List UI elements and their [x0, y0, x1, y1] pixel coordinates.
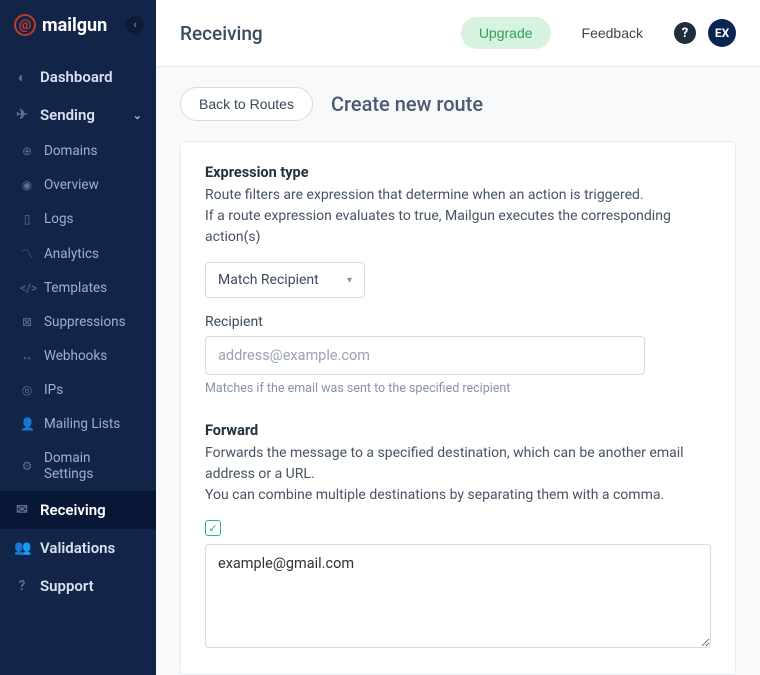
question-icon: ?: [14, 578, 30, 594]
recipient-input[interactable]: [205, 336, 645, 375]
avatar[interactable]: EX: [708, 19, 736, 47]
sidebar-item-analytics[interactable]: 〽 Analytics: [0, 236, 156, 271]
sidebar-item-label: Dashboard: [40, 68, 113, 86]
sidebar-nav: ◐ Dashboard ✈ Sending ⌄ ⊕ Domains ◉ Over…: [0, 50, 156, 605]
eye-icon: ◉: [20, 178, 34, 192]
sidebar-item-label: Support: [40, 577, 94, 595]
forward-description: Forwards the message to a specified dest…: [205, 443, 711, 506]
code-icon: </>: [20, 281, 34, 295]
envelope-icon: ✉: [14, 502, 30, 518]
sidebar-collapse-button[interactable]: ‹: [126, 16, 144, 34]
sidebar-item-support[interactable]: ? Support: [0, 567, 156, 605]
expression-type-description: Route filters are expression that determ…: [205, 185, 711, 248]
brand-logo-icon: @: [14, 14, 36, 36]
sidebar-item-label: IPs: [44, 382, 63, 398]
forward-destination-textarea[interactable]: [205, 544, 711, 648]
gauge-icon: ◐: [14, 69, 30, 86]
sidebar-item-templates[interactable]: </> Templates: [0, 271, 156, 305]
select-value: Match Recipient: [218, 272, 319, 288]
sidebar-item-label: Overview: [44, 177, 99, 193]
route-form-card: Expression type Route filters are expres…: [180, 141, 736, 675]
sidebar-item-label: Webhooks: [44, 348, 107, 364]
content-header: Back to Routes Create new route: [180, 87, 736, 121]
sidebar-item-receiving[interactable]: ✉ Receiving: [0, 491, 156, 529]
gear-icon: ⚙: [20, 459, 34, 473]
topbar: Receiving Upgrade Feedback ? EX: [156, 0, 760, 67]
sidebar-item-label: Logs: [44, 211, 74, 227]
content: Back to Routes Create new route Expressi…: [156, 67, 760, 675]
sidebar-item-suppressions[interactable]: ⊠ Suppressions: [0, 305, 156, 339]
expression-type-section: Expression type Route filters are expres…: [205, 164, 711, 396]
sidebar-item-logs[interactable]: ▯ Logs: [0, 202, 156, 236]
paper-plane-icon: ✈: [14, 107, 30, 123]
sidebar-item-overview[interactable]: ◉ Overview: [0, 168, 156, 202]
sidebar-item-domain-settings[interactable]: ⚙ Domain Settings: [0, 441, 156, 491]
sidebar-item-validations[interactable]: 👥 Validations: [0, 529, 156, 567]
sidebar-item-label: Suppressions: [44, 314, 126, 330]
forward-title: Forward: [205, 422, 711, 439]
recipient-label: Recipient: [205, 314, 711, 330]
help-icon[interactable]: ?: [674, 22, 696, 44]
upgrade-button[interactable]: Upgrade: [461, 17, 551, 49]
forward-section: Forward Forwards the message to a specif…: [205, 422, 711, 652]
recipient-helper-text: Matches if the email was sent to the spe…: [205, 381, 711, 396]
expression-type-select[interactable]: Match Recipient ▾: [205, 262, 365, 298]
sidebar-item-ips[interactable]: ◎ IPs: [0, 373, 156, 407]
back-to-routes-button[interactable]: Back to Routes: [180, 87, 313, 121]
sidebar-item-label: Validations: [40, 539, 115, 557]
chevron-down-icon: ⌄: [133, 109, 142, 122]
sidebar-item-label: Receiving: [40, 501, 106, 519]
forward-enable-checkbox[interactable]: ✓: [205, 520, 221, 536]
link-icon: ↔: [20, 349, 34, 363]
sidebar-item-domains[interactable]: ⊕ Domains: [0, 134, 156, 168]
sidebar-item-webhooks[interactable]: ↔ Webhooks: [0, 339, 156, 373]
main: Receiving Upgrade Feedback ? EX Back to …: [156, 0, 760, 675]
file-icon: ▯: [20, 212, 34, 226]
chart-icon: 〽: [20, 245, 34, 262]
globe-icon: ⊕: [20, 144, 34, 158]
sidebar-item-label: Mailing Lists: [44, 416, 120, 432]
sidebar-item-label: Domains: [44, 143, 97, 159]
sidebar-item-label: Domain Settings: [44, 450, 142, 482]
block-icon: ⊠: [20, 315, 34, 329]
user-icon: 👤: [20, 417, 34, 431]
sidebar-item-label: Templates: [44, 280, 107, 296]
sidebar: @ mailgun ‹ ◐ Dashboard ✈ Sending ⌄ ⊕ Do…: [0, 0, 156, 675]
user-check-icon: 👥: [14, 540, 30, 556]
chevron-down-icon: ▾: [347, 275, 352, 286]
sidebar-item-label: Analytics: [44, 246, 99, 262]
content-title: Create new route: [331, 92, 483, 116]
sidebar-item-dashboard[interactable]: ◐ Dashboard: [0, 58, 156, 96]
brand-name: mailgun: [42, 15, 107, 36]
page-title: Receiving: [180, 22, 263, 45]
expression-type-title: Expression type: [205, 164, 711, 181]
brand: @ mailgun ‹: [0, 0, 156, 50]
feedback-button[interactable]: Feedback: [563, 16, 662, 50]
sidebar-item-label: Sending: [40, 106, 95, 124]
sidebar-item-mailing-lists[interactable]: 👤 Mailing Lists: [0, 407, 156, 441]
pin-icon: ◎: [20, 383, 34, 397]
sidebar-item-sending[interactable]: ✈ Sending ⌄: [0, 96, 156, 134]
